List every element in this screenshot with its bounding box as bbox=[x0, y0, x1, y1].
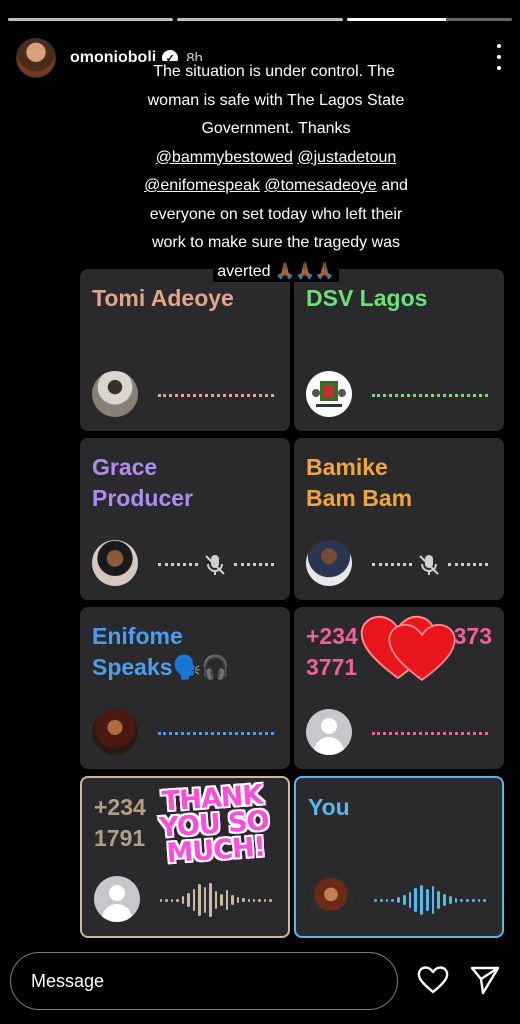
participant-avatar bbox=[308, 876, 354, 922]
progress-segment bbox=[177, 18, 343, 21]
heart-sticker-icon bbox=[388, 624, 456, 682]
profile-avatar[interactable] bbox=[16, 38, 56, 78]
participant-avatar bbox=[306, 371, 352, 417]
story-caption: The situation is under control. The woma… bbox=[140, 58, 412, 286]
audio-indicator bbox=[448, 563, 488, 566]
thank-you-sticker: THANK YOU SO MUCH! bbox=[158, 779, 270, 870]
audio-indicator bbox=[372, 732, 488, 735]
participant-avatar bbox=[306, 540, 352, 586]
audio-indicator bbox=[158, 732, 274, 735]
participant-avatar bbox=[92, 540, 138, 586]
participant-name: Tomi Adeoye bbox=[92, 285, 234, 311]
mention-link[interactable]: @enifomespeak bbox=[144, 177, 260, 194]
story-progress-bar bbox=[8, 18, 512, 21]
default-avatar-icon bbox=[306, 709, 352, 755]
muted-mic-icon bbox=[205, 555, 225, 575]
call-tile-bamike: Bamike Bam Bam bbox=[294, 438, 504, 600]
audio-waveform bbox=[160, 882, 272, 918]
reply-bar: Message bbox=[0, 948, 520, 1024]
audio-indicator bbox=[234, 563, 274, 566]
call-tile-you: You bbox=[294, 776, 504, 938]
mention-link[interactable]: @justadetoun bbox=[297, 149, 396, 166]
call-tile-tomi: Tomi Adeoye bbox=[80, 269, 290, 431]
call-tile-dsv-lagos: DSV Lagos bbox=[294, 269, 504, 431]
progress-segment bbox=[8, 18, 174, 21]
participant-name: +234 1791 bbox=[94, 794, 146, 851]
message-input[interactable]: Message bbox=[10, 952, 398, 1010]
participant-name: You bbox=[308, 794, 350, 820]
praying-hands-emoji: 🙏🏾🙏🏾🙏🏾 bbox=[275, 262, 335, 280]
participant-name: DSV Lagos bbox=[306, 285, 428, 311]
audio-indicator bbox=[372, 394, 488, 397]
audio-indicator bbox=[158, 563, 198, 566]
heart-icon[interactable] bbox=[416, 963, 450, 997]
more-options-icon[interactable] bbox=[494, 44, 504, 70]
participant-name: Bamike Bam Bam bbox=[306, 454, 413, 511]
call-tile-enifome: Enifome Speaks🗣️🎧 bbox=[80, 607, 290, 769]
participant-avatar bbox=[92, 709, 138, 755]
muted-mic-icon bbox=[419, 555, 439, 575]
audio-indicator bbox=[158, 394, 274, 397]
participant-name: Grace Producer bbox=[92, 454, 193, 511]
participant-avatar bbox=[92, 371, 138, 417]
call-tile-grace: Grace Producer bbox=[80, 438, 290, 600]
default-avatar-icon bbox=[94, 876, 140, 922]
audio-waveform bbox=[374, 882, 486, 918]
progress-segment-active bbox=[346, 18, 512, 21]
send-icon[interactable] bbox=[468, 963, 502, 997]
mention-link[interactable]: @bammybestowed bbox=[156, 149, 293, 166]
participant-name: Enifome Speaks🗣️🎧 bbox=[92, 623, 230, 680]
mention-link[interactable]: @tomesadeoye bbox=[264, 177, 376, 194]
audio-indicator bbox=[372, 563, 412, 566]
